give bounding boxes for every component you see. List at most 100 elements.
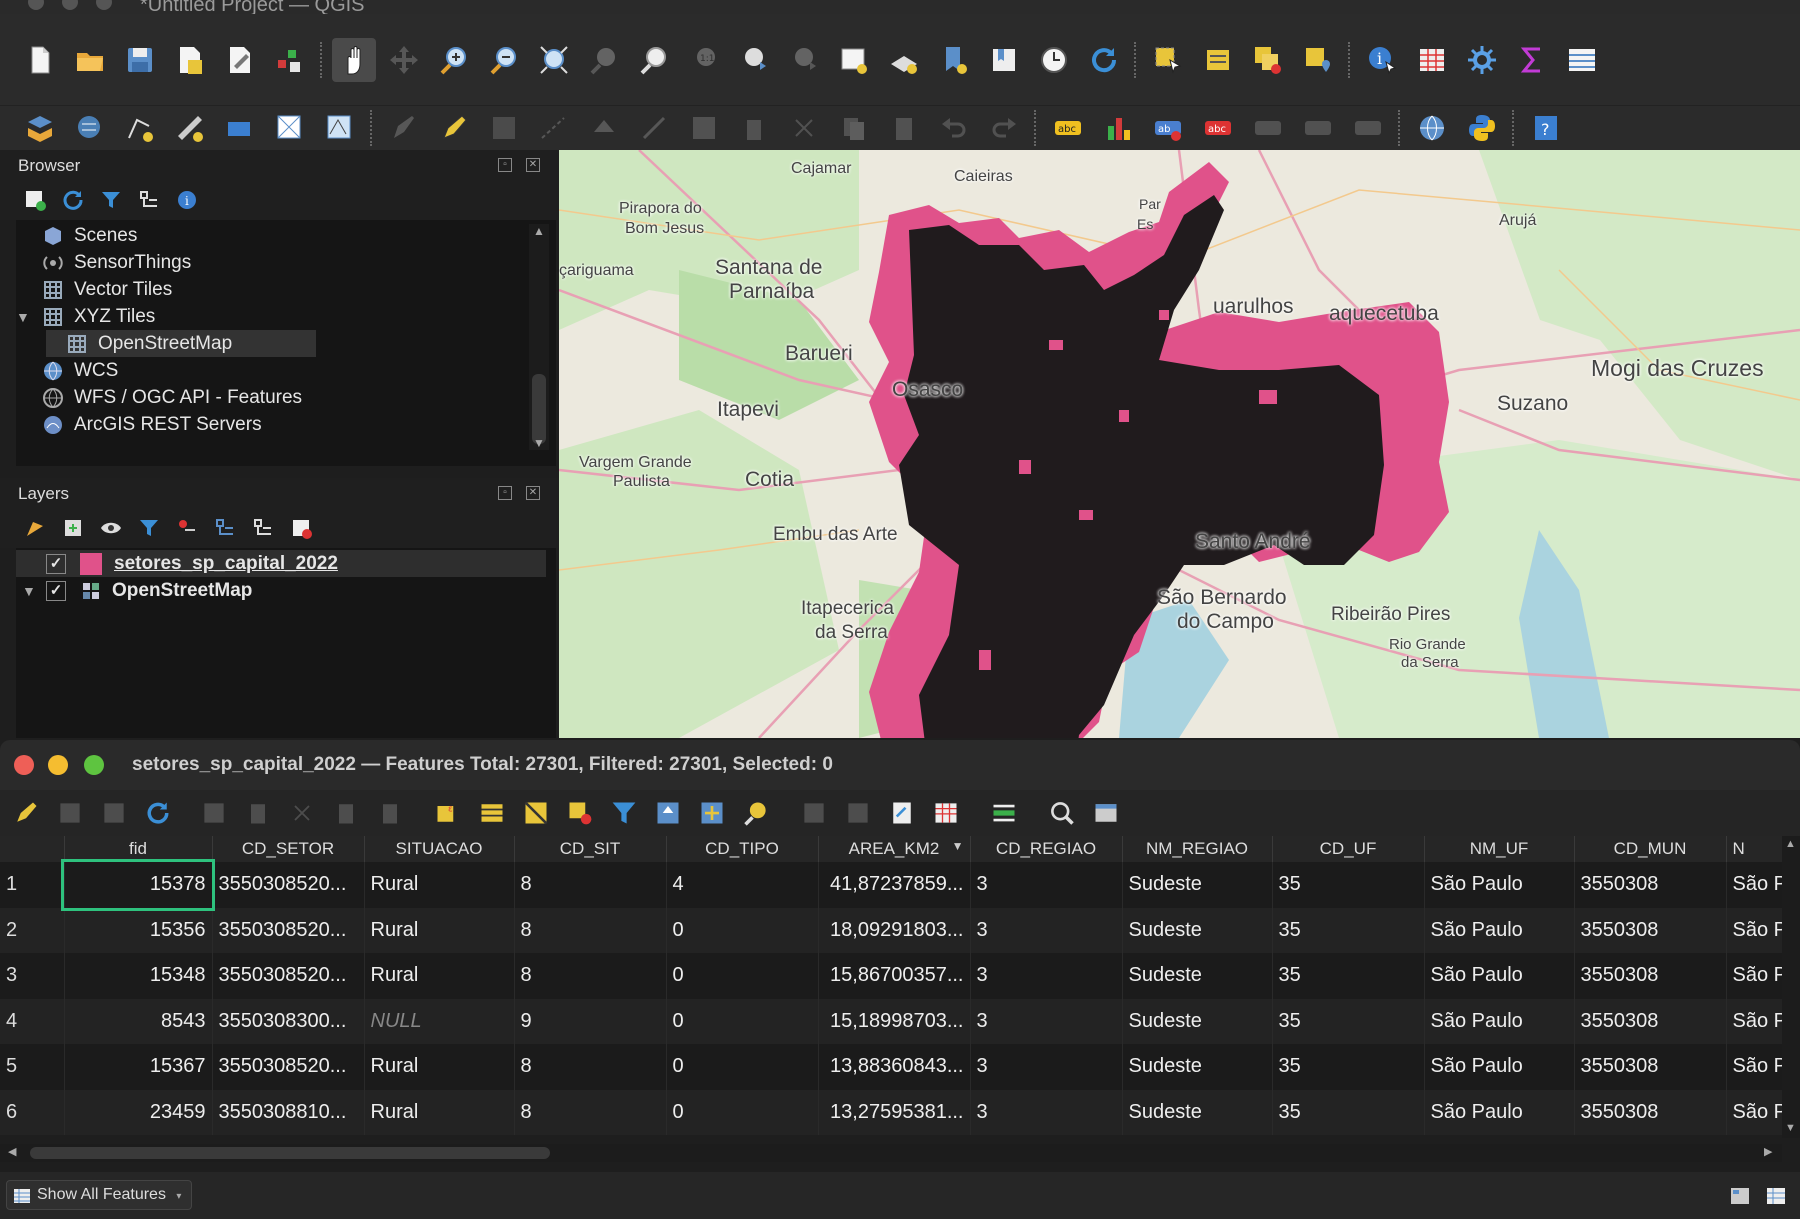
new-3d-map-icon[interactable] — [882, 38, 926, 82]
table-cell[interactable]: Sudeste — [1122, 953, 1273, 999]
browser-item-scenes[interactable]: Scenes — [42, 222, 137, 249]
browser-item-vector-tiles[interactable]: Vector Tiles — [42, 276, 172, 303]
column-header[interactable]: NM_REGIAO — [1122, 836, 1273, 862]
row-number-cell[interactable]: 1 — [0, 862, 65, 908]
table-cell[interactable]: 3550308300... — [212, 998, 365, 1044]
attribute-table-icon[interactable] — [1410, 38, 1454, 82]
select-location-icon[interactable] — [1296, 38, 1340, 82]
copy-icon[interactable] — [832, 106, 876, 150]
python-console-icon[interactable] — [1460, 106, 1504, 150]
vertical-scrollbar[interactable]: ▲ ▼ — [1782, 836, 1800, 1138]
table-cell[interactable]: Sudeste — [1122, 1044, 1273, 1090]
table-cell[interactable]: 3 — [970, 953, 1123, 999]
zoom-to-layer-icon[interactable] — [632, 38, 676, 82]
column-header[interactable]: CD_REGIAO — [970, 836, 1123, 862]
filter-icon[interactable] — [98, 187, 124, 213]
settings-gear-icon[interactable] — [1460, 38, 1504, 82]
zoom-full-icon[interactable] — [532, 38, 576, 82]
pan-to-selection-icon[interactable] — [382, 38, 426, 82]
chevron-down-icon[interactable]: ▼ — [16, 583, 46, 599]
table-cell[interactable]: São Paulo — [1424, 1089, 1575, 1135]
table-cell[interactable]: 3 — [970, 1089, 1123, 1135]
layer-row-setores[interactable]: ✓ setores_sp_capital_2022 — [16, 550, 546, 577]
column-header-sorted[interactable]: AREA_KM2 ▼ — [818, 836, 971, 862]
delete-icon[interactable] — [732, 106, 776, 150]
redo-icon[interactable] — [982, 106, 1026, 150]
table-cell[interactable]: 3550308 — [1574, 953, 1727, 999]
table-cell[interactable]: 3550308520... — [212, 1044, 365, 1090]
table-cell[interactable]: São P — [1726, 998, 1782, 1044]
table-cell[interactable]: São P — [1726, 862, 1782, 908]
refresh-icon[interactable] — [60, 187, 86, 213]
row-number-cell[interactable]: 3 — [0, 953, 65, 999]
select-features-icon[interactable] — [1146, 38, 1190, 82]
table-row[interactable]: 1 15378 3550308520... Rural 8 4 41,87237859...… — [0, 859, 1782, 911]
close-window-button[interactable] — [28, 0, 44, 10]
style-manager-icon[interactable] — [268, 38, 312, 82]
deselect-icon[interactable] — [1246, 38, 1290, 82]
table-row[interactable]: 4 8543 3550308300... NULL 9 0 15,18998703... 3 S… — [0, 998, 1782, 1044]
label-move-icon[interactable] — [1246, 106, 1290, 150]
new-project-icon[interactable] — [18, 38, 62, 82]
label-rotate-icon[interactable] — [1296, 106, 1340, 150]
table-cell[interactable]: 0 — [666, 907, 819, 953]
statistics-sigma-icon[interactable] — [1510, 38, 1554, 82]
label-highlight-icon[interactable]: abc — [1196, 106, 1240, 150]
table-cell[interactable]: 8 — [514, 907, 667, 953]
add-delimited-icon[interactable] — [168, 106, 212, 150]
toggle-editing-icon[interactable] — [432, 106, 476, 150]
minimize-window-button[interactable] — [62, 0, 78, 10]
table-cell[interactable]: 35 — [1272, 907, 1425, 953]
table-cell[interactable]: 15356 — [64, 907, 213, 953]
print-layout-icon[interactable] — [218, 38, 262, 82]
new-bookmark-icon[interactable] — [932, 38, 976, 82]
browser-item-arcgis[interactable]: ArcGIS REST Servers — [42, 411, 262, 438]
edit-table-icon[interactable] — [682, 106, 726, 150]
label-toolbar-icon[interactable]: abc — [1046, 106, 1090, 150]
zoom-last-icon[interactable] — [732, 38, 776, 82]
pan-hand-icon[interactable] — [332, 37, 376, 82]
zoom-window-button[interactable] — [84, 755, 104, 775]
zoom-next-icon[interactable] — [782, 38, 826, 82]
minimize-window-button[interactable] — [48, 755, 68, 775]
table-cell[interactable]: 3550308520... — [212, 907, 365, 953]
table-row[interactable]: 5 15367 3550308520... Rural 8 0 13,88360843...… — [0, 1044, 1782, 1090]
layer-visibility-checkbox[interactable]: ✓ — [46, 580, 66, 601]
open-project-icon[interactable] — [68, 38, 112, 82]
identify-icon[interactable]: i — [1360, 38, 1404, 82]
table-cell[interactable]: 35 — [1272, 862, 1425, 908]
select-by-value-icon[interactable] — [1196, 38, 1240, 82]
add-spatialite-icon[interactable] — [218, 106, 262, 150]
table-row[interactable]: 2 15356 3550308520... Rural 8 0 18,09291803...… — [0, 907, 1782, 953]
collapse-all-icon[interactable] — [250, 515, 276, 541]
table-cell[interactable]: Sudeste — [1122, 1089, 1273, 1135]
add-group-icon[interactable] — [60, 515, 86, 541]
table-cell[interactable]: 23459 — [64, 1089, 213, 1135]
visibility-eye-icon[interactable] — [98, 515, 124, 541]
table-cell[interactable]: 8 — [514, 953, 667, 999]
table-cell[interactable]: 0 — [666, 1089, 819, 1135]
table-cell[interactable]: São Paulo — [1424, 953, 1575, 999]
column-header[interactable]: SITUACAO — [364, 836, 515, 862]
browser-item-xyz-tiles[interactable]: ▼ XYZ Tiles — [16, 303, 155, 330]
save-as-icon[interactable] — [168, 38, 212, 82]
table-cell[interactable]: 3550308810... — [212, 1089, 365, 1135]
style-panel-icon[interactable] — [22, 515, 48, 541]
show-all-features-button[interactable]: Show All Features ▾ — [6, 1180, 193, 1210]
add-mesh-icon[interactable] — [268, 106, 312, 150]
cut-icon[interactable] — [782, 106, 826, 150]
column-header[interactable]: CD_UF — [1272, 836, 1425, 862]
table-cell[interactable]: 3 — [970, 907, 1123, 953]
row-number-cell[interactable]: 6 — [0, 1089, 65, 1135]
float-panel-button[interactable]: ▫ — [498, 158, 512, 172]
table-cell[interactable]: 3 — [970, 1044, 1123, 1090]
table-cell[interactable]: 3 — [970, 862, 1123, 908]
vertex-tool-icon[interactable] — [582, 106, 626, 150]
column-header[interactable]: CD_SIT — [514, 836, 667, 862]
close-panel-button[interactable]: ✕ — [526, 158, 540, 172]
table-cell[interactable]: 15,18998703... — [818, 998, 971, 1044]
cut-icon[interactable] — [288, 799, 316, 827]
move-selection-top-icon[interactable] — [654, 799, 682, 827]
layer-symbol-swatch[interactable] — [80, 552, 102, 575]
digitize-pen-icon[interactable] — [382, 106, 426, 150]
